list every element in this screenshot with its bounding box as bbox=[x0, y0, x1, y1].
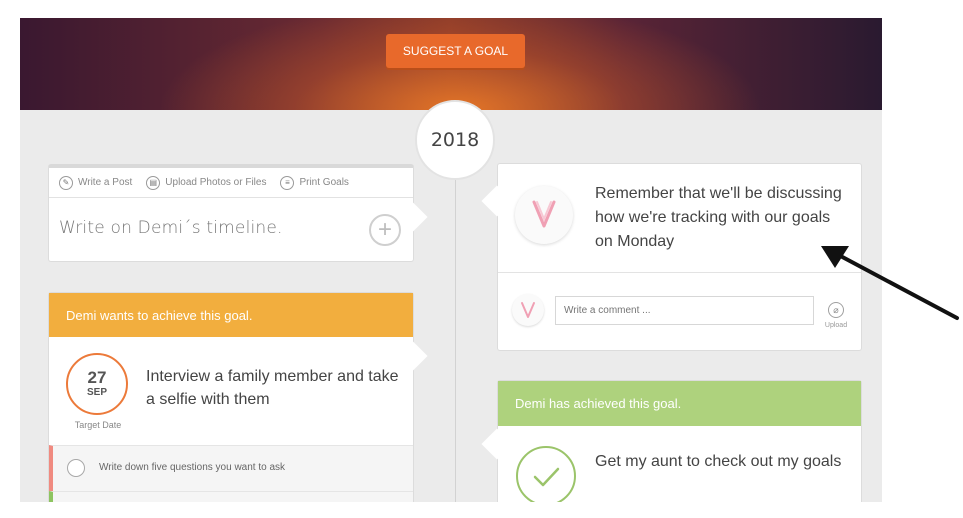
avatar bbox=[512, 294, 544, 326]
divider bbox=[498, 272, 861, 273]
achieved-goal-title[interactable]: Get my aunt to check out my goals bbox=[595, 450, 845, 474]
target-month: SEP bbox=[86, 387, 107, 398]
timeline-post-input[interactable]: Write on Demi´s timeline. bbox=[59, 218, 283, 238]
timeline-composer: ✎ Write a Post ▤ Upload Photos or Files … bbox=[48, 164, 428, 262]
timeline-line bbox=[455, 168, 456, 502]
post-card-pointer bbox=[481, 185, 513, 217]
achieved-goal-card: Demi has achieved this goal. Get my aunt… bbox=[481, 380, 862, 502]
goal-header-text: Demi wants to achieve this goal. bbox=[66, 307, 253, 323]
target-date-badge: 27 SEP bbox=[66, 353, 128, 415]
task-text: Write down five questions you want to as… bbox=[99, 462, 286, 473]
annotation-arrow-icon bbox=[821, 246, 959, 320]
goal-task-row bbox=[49, 491, 413, 502]
checkmark-icon bbox=[533, 467, 560, 487]
avatar[interactable] bbox=[515, 186, 573, 244]
tab-print-goals[interactable]: ≡ Print Goals bbox=[280, 175, 349, 190]
tab-print-label: Print Goals bbox=[299, 177, 349, 188]
post-text: Remember that we'll be discussing how we… bbox=[595, 185, 842, 250]
goal-card: Demi wants to achieve this goal. 27 SEP … bbox=[48, 292, 428, 502]
tab-upload-label: Upload Photos or Files bbox=[165, 177, 267, 188]
tab-upload-files[interactable]: ▤ Upload Photos or Files bbox=[146, 175, 267, 190]
timeline-page: SUGGEST A GOAL 2018 ✎ Write a Post ▤ Upl… bbox=[20, 18, 882, 502]
screenshot-stage: SUGGEST A GOAL 2018 ✎ Write a Post ▤ Upl… bbox=[0, 0, 963, 518]
brand-logo-icon bbox=[532, 200, 556, 228]
target-date-label: Target Date bbox=[74, 420, 122, 430]
check-icon bbox=[516, 446, 576, 502]
year-label: 2018 bbox=[430, 129, 480, 151]
task-checkbox[interactable] bbox=[67, 459, 85, 477]
timeline-post-card: Remember that we'll be discussing how we… bbox=[481, 163, 862, 351]
brand-logo-icon bbox=[521, 302, 535, 318]
upload-icon: ▤ bbox=[146, 175, 161, 190]
hero-banner: SUGGEST A GOAL bbox=[20, 18, 882, 110]
suggest-goal-button[interactable]: SUGGEST A GOAL bbox=[386, 34, 525, 68]
goal-task-row: Write down five questions you want to as… bbox=[49, 445, 413, 491]
print-icon: ≡ bbox=[280, 175, 295, 190]
pencil-icon: ✎ bbox=[59, 175, 73, 190]
tab-write-post[interactable]: ✎ Write a Post bbox=[59, 175, 133, 190]
goal-title[interactable]: Interview a family member and take a sel… bbox=[146, 365, 401, 411]
comment-input[interactable] bbox=[555, 296, 814, 325]
goal-card-pointer bbox=[396, 340, 428, 372]
year-marker: 2018 bbox=[415, 100, 495, 180]
achieved-card-header: Demi has achieved this goal. bbox=[498, 381, 861, 426]
tab-write-post-label: Write a Post bbox=[78, 177, 133, 188]
achieved-card-pointer bbox=[481, 428, 513, 460]
composer-pointer bbox=[396, 201, 428, 233]
composer-tabs: ✎ Write a Post ▤ Upload Photos or Files … bbox=[49, 168, 413, 198]
goal-card-header: Demi wants to achieve this goal. bbox=[49, 293, 413, 337]
add-post-button[interactable]: + bbox=[369, 214, 401, 246]
achieved-header-text: Demi has achieved this goal. bbox=[515, 396, 682, 411]
plus-icon: + bbox=[377, 216, 392, 243]
target-day: 27 bbox=[87, 368, 107, 387]
